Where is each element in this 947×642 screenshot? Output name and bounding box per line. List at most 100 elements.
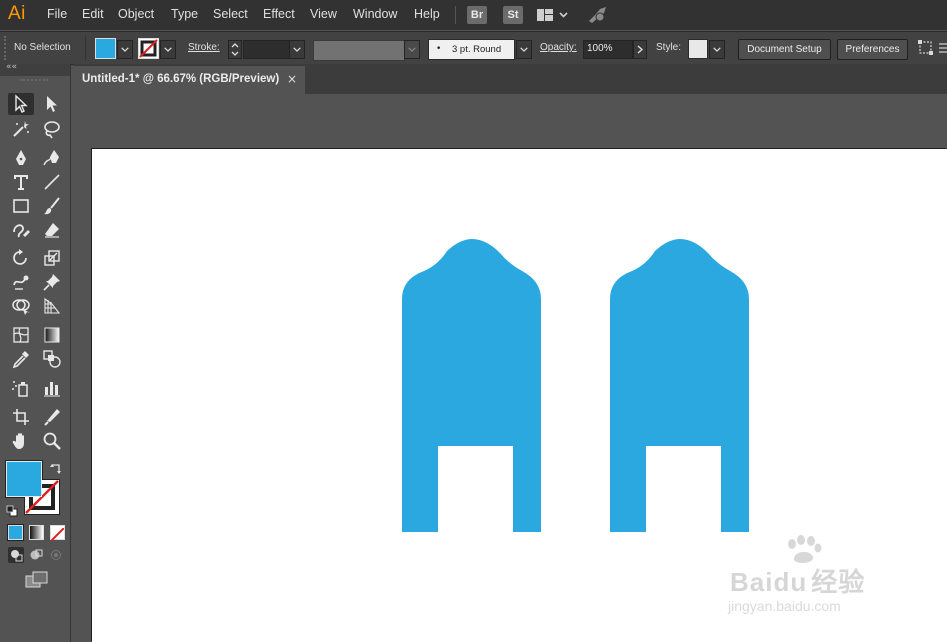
none-mode-button[interactable] [50,525,65,542]
symbol-sprayer-tool[interactable] [8,377,34,399]
rectangle-tool[interactable] [8,195,34,217]
close-tab-button[interactable]: × [287,72,297,86]
control-panel-menu[interactable] [938,40,947,60]
brush-definition[interactable]: • 3 pt. Round [428,39,515,60]
stepper-icon [231,43,239,56]
opacity-field[interactable]: 100% [583,40,633,59]
style-label: Style: [656,42,682,53]
column-graph-tool[interactable] [39,377,65,399]
scale-tool[interactable] [39,247,65,269]
menu-object[interactable]: Object [118,7,154,21]
menu-edit[interactable]: Edit [82,7,104,21]
curvature-tool[interactable] [39,147,65,169]
zoom-tool[interactable] [39,430,65,452]
tools-panel-header[interactable]: «« [0,62,70,76]
panel-grip[interactable] [20,79,48,83]
gradient-tool[interactable] [39,324,65,346]
menu-effect[interactable]: Effect [263,7,295,21]
menu-window[interactable]: Window [353,7,397,21]
brush-dropdown[interactable] [516,40,532,59]
brush-dot-icon: • [436,44,442,54]
chevron-down-icon [164,47,172,52]
artboard-tool[interactable] [8,406,34,428]
bridge-button[interactable]: Br [467,6,487,24]
blend-tool[interactable] [39,348,65,370]
shaper-tool[interactable] [8,219,34,241]
workspace-layout-button[interactable] [536,7,570,27]
warp-tool[interactable] [8,271,34,293]
shape-builder-icon [12,299,30,315]
mesh-icon [13,327,29,343]
menu-type[interactable]: Type [171,7,198,21]
stroke-swatch[interactable] [138,38,159,59]
graphic-style-swatch[interactable] [688,39,708,59]
draw-behind-button[interactable] [28,547,44,567]
fill-color-box-front[interactable] [6,461,42,497]
blend-icon [43,350,61,368]
stroke-label[interactable]: Stroke: [188,42,220,53]
gpu-performance-button[interactable] [586,5,610,29]
draw-normal-button[interactable] [8,547,24,563]
puppet-warp-tool[interactable] [39,271,65,293]
shape-builder-tool[interactable] [8,295,34,317]
preferences-button[interactable]: Preferences [837,39,908,60]
magic-wand-tool[interactable] [8,118,34,140]
mesh-tool[interactable] [8,324,34,346]
opacity-arrow[interactable] [633,40,647,59]
perspective-grid-tool[interactable] [39,295,65,317]
eraser-tool[interactable] [39,219,65,241]
swap-arrow-icon [50,464,61,474]
fill-swatch[interactable] [95,38,116,59]
variable-width-profile[interactable] [313,40,405,61]
width-profile-dropdown[interactable] [404,40,420,59]
slice-tool[interactable] [39,406,65,428]
selection-tool[interactable] [8,93,34,115]
paw-icon [788,535,822,563]
transform-button[interactable] [916,38,938,62]
document-tab[interactable]: Untitled-1* @ 66.67% (RGB/Preview) × [73,66,305,94]
collapse-icon: «« [6,62,18,72]
menu-file[interactable]: File [47,7,67,21]
default-fill-stroke-button[interactable] [6,502,18,521]
rotate-tool[interactable] [8,247,34,269]
watermark-url: jingyan.baidu.com [728,598,841,614]
pen-tool[interactable] [8,147,34,169]
type-tool[interactable] [8,171,34,193]
color-mode-button[interactable] [8,525,23,540]
document-setup-button[interactable]: Document Setup [738,39,831,60]
direct-selection-tool[interactable] [39,93,65,115]
eyedropper-tool[interactable] [8,348,34,370]
line-segment-tool[interactable] [39,171,65,193]
stroke-weight-field[interactable] [243,40,290,59]
paintbrush-icon [44,197,60,215]
swap-fill-stroke-button[interactable] [49,461,63,480]
blue-arch-shape-left[interactable] [402,239,541,532]
hand-tool[interactable] [8,430,34,452]
screen-mode-button[interactable] [25,571,49,593]
draw-inside-button[interactable] [48,547,64,567]
direct-selection-icon [47,96,57,112]
paintbrush-tool[interactable] [39,195,65,217]
draw-inside-icon [51,550,61,560]
menu-view[interactable]: View [310,7,337,21]
menu-help[interactable]: Help [414,7,440,21]
selection-arrow-icon [15,94,28,113]
panel-grip[interactable] [4,36,8,60]
blue-arch-shape-right[interactable] [610,239,749,532]
menu-select[interactable]: Select [213,7,248,21]
stroke-dropdown[interactable] [160,40,176,59]
fill-dropdown[interactable] [117,40,133,59]
stock-button[interactable]: St [503,6,523,24]
eraser-icon [45,223,59,238]
document-tab-title: Untitled-1* @ 66.67% (RGB/Preview) [82,73,280,85]
graphic-style-dropdown[interactable] [709,40,725,59]
eyedropper-icon [12,351,29,369]
gradient-mode-button[interactable] [29,525,44,540]
opacity-label[interactable]: Opacity: [540,42,577,53]
curvature-pen-icon [43,150,59,166]
app-logo: Ai [8,3,26,24]
gradient-icon [44,327,60,343]
lasso-tool[interactable] [39,118,65,140]
stroke-weight-dropdown[interactable] [289,40,305,59]
stroke-weight-stepper[interactable] [228,40,242,59]
